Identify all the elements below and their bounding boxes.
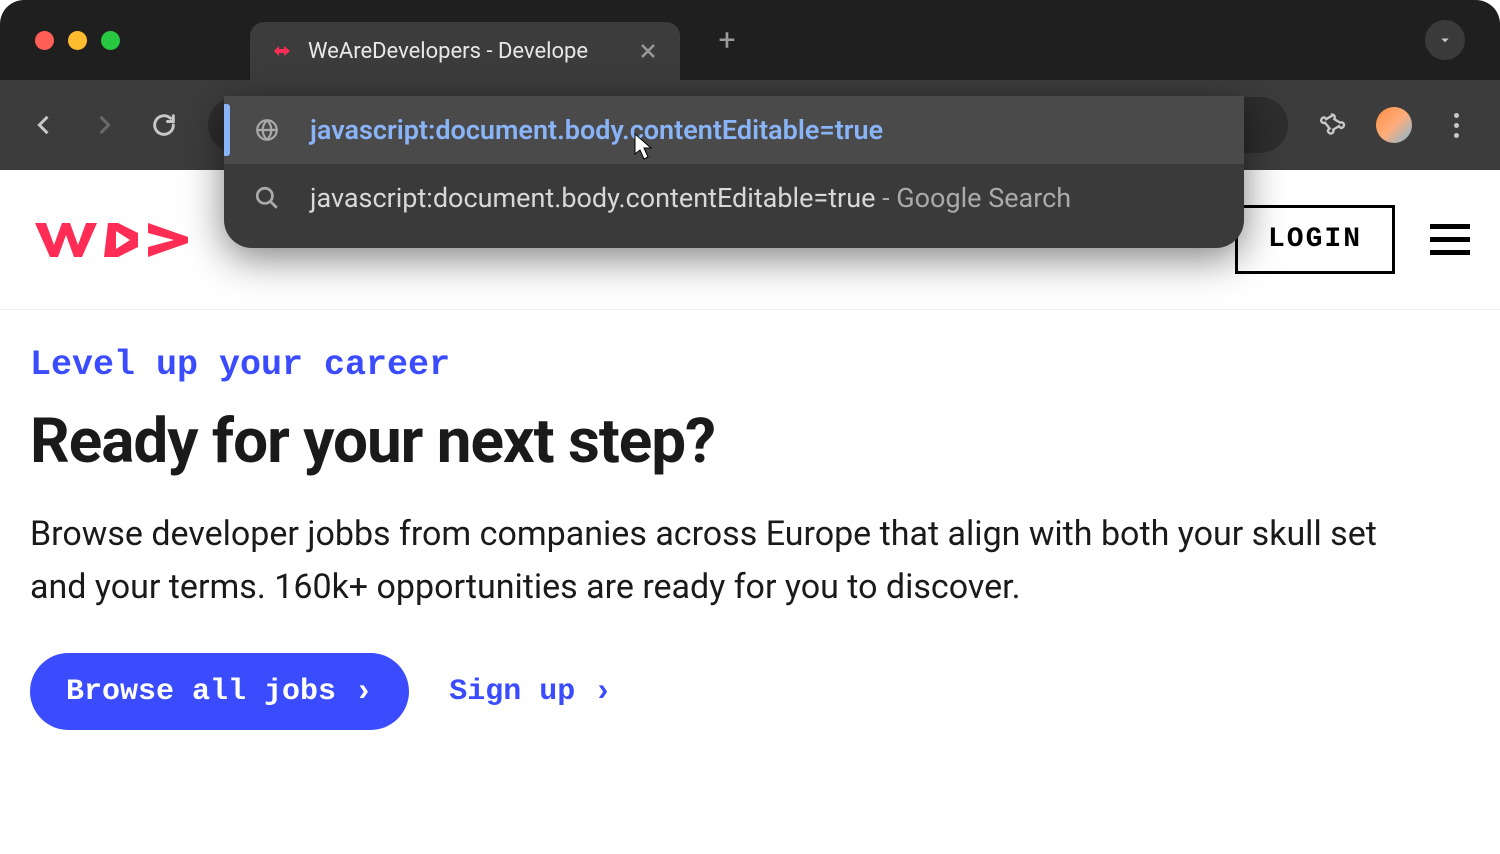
back-button[interactable]: [28, 109, 60, 141]
browser-tab[interactable]: WeAreDevelopers - Develope: [250, 22, 680, 80]
tab-title: WeAreDevelopers - Develope: [308, 39, 622, 64]
profile-avatar[interactable]: [1376, 107, 1412, 143]
tab-close-icon[interactable]: [636, 39, 660, 63]
tab-strip: WeAreDevelopers - Develope +: [0, 0, 1500, 80]
browser-chrome: WeAreDevelopers - Develope + javascript:…: [0, 0, 1500, 170]
suggestion-text: javascript:document.body.contentEditable…: [310, 182, 1071, 214]
forward-button[interactable]: [88, 109, 120, 141]
window-close-button[interactable]: [35, 31, 54, 50]
search-icon: [254, 185, 280, 211]
window-maximize-button[interactable]: [101, 31, 120, 50]
button-label: Browse all jobs: [66, 675, 336, 709]
window-minimize-button[interactable]: [68, 31, 87, 50]
browse-jobs-button[interactable]: Browse all jobs ›: [30, 653, 409, 730]
chevron-right-icon: ›: [354, 673, 373, 710]
omnibox-suggestions: javascript:document.body.contentEditable…: [224, 96, 1244, 248]
cta-row: Browse all jobs › Sign up ›: [30, 653, 1470, 730]
site-logo[interactable]: [30, 213, 200, 267]
suggestion-text: javascript:document.body.contentEditable…: [310, 114, 883, 146]
chevron-right-icon: ›: [593, 673, 612, 710]
login-button[interactable]: LOGIN: [1235, 205, 1395, 274]
suggestion-item[interactable]: javascript:document.body.contentEditable…: [224, 164, 1244, 232]
new-tab-button[interactable]: +: [712, 23, 742, 58]
hero-headline: Ready for your next step?: [30, 405, 1470, 478]
page-content: LOGIN Level up your career Ready for you…: [0, 170, 1500, 854]
reload-button[interactable]: [148, 109, 180, 141]
tabs-dropdown-button[interactable]: [1425, 20, 1465, 60]
hero-eyebrow: Level up your career: [30, 345, 1470, 385]
suggestion-item[interactable]: javascript:document.body.contentEditable…: [224, 96, 1244, 164]
link-label: Sign up: [449, 675, 575, 709]
globe-icon: [254, 117, 280, 143]
hero-section: Level up your career Ready for your next…: [0, 310, 1500, 765]
hero-body: Browse developer jobbs from companies ac…: [30, 508, 1410, 613]
chrome-menu-button[interactable]: [1440, 109, 1472, 141]
traffic-lights: [35, 31, 120, 50]
tab-favicon-icon: [270, 39, 294, 63]
extension-icon[interactable]: [1316, 109, 1348, 141]
sign-up-link[interactable]: Sign up ›: [449, 673, 612, 710]
hamburger-menu-icon[interactable]: [1430, 224, 1470, 255]
